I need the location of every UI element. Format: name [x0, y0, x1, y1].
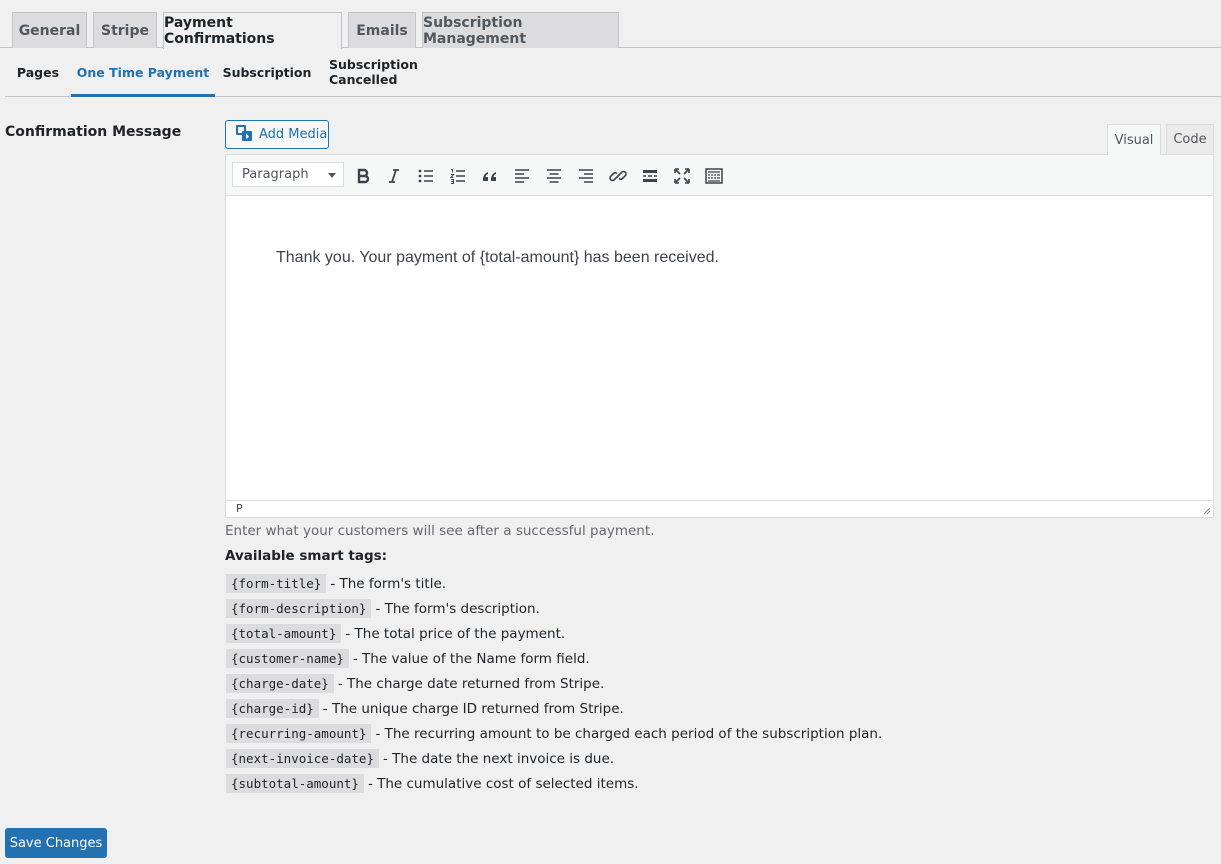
align-right-button[interactable] — [573, 163, 599, 188]
numbered-list-button[interactable] — [445, 163, 471, 188]
align-center-button[interactable] — [541, 163, 567, 188]
smart-tag-item: {form-title} - The form's title. — [226, 571, 882, 596]
nav-tab-stripe[interactable]: Stripe — [93, 12, 157, 48]
format-select[interactable]: Paragraph — [232, 162, 344, 187]
visual-mode-tab[interactable]: Visual — [1107, 124, 1161, 155]
add-media-button[interactable]: Add Media — [225, 120, 329, 149]
nav-tab-emails[interactable]: Emails — [348, 12, 416, 48]
smart-tag-code: {form-title} — [226, 574, 327, 593]
save-changes-button[interactable]: Save Changes — [5, 828, 107, 858]
smart-tag-description: - The form's description. — [375, 600, 540, 617]
editor-toolbar: Paragraph — [226, 155, 1213, 196]
smart-tag-description: - The charge date returned from Stripe. — [337, 675, 605, 692]
smart-tags-heading: Available smart tags: — [225, 548, 388, 564]
subsection-tabs: Pages One Time Payment Subscription Subs… — [5, 48, 1221, 97]
smart-tag-description: - The form's title. — [330, 575, 447, 592]
format-select-value: Paragraph — [242, 167, 309, 182]
smart-tag-description: - The cumulative cost of selected items. — [367, 775, 639, 792]
smart-tag-description: - The total price of the payment. — [345, 625, 566, 642]
smart-tag-code: {customer-name} — [226, 649, 349, 668]
toolbar-toggle-icon — [705, 167, 723, 184]
chevron-down-icon — [328, 173, 336, 178]
align-right-icon — [579, 168, 593, 183]
fullscreen-button[interactable] — [669, 163, 695, 188]
smart-tag-item: {next-invoice-date} - The date the next i… — [226, 746, 882, 771]
smart-tag-code: {form-description} — [226, 599, 372, 618]
add-media-label: Add Media — [259, 127, 328, 142]
smart-tag-description: - The value of the Name form field. — [352, 650, 590, 667]
resize-handle-icon[interactable] — [1201, 505, 1211, 515]
read-more-icon — [643, 169, 657, 182]
bullet-list-icon — [418, 169, 433, 182]
smart-tag-code: {total-amount} — [226, 624, 342, 643]
italic-icon — [389, 168, 399, 183]
smart-tag-description: - The unique charge ID returned from Str… — [322, 700, 624, 717]
confirmation-message-editor: Paragraph Thank you. Your payment of {to… — [225, 154, 1214, 518]
bold-icon — [357, 168, 370, 183]
smart-tag-code: {charge-date} — [226, 674, 334, 693]
link-icon — [609, 170, 627, 181]
smart-tag-code: {charge-id} — [226, 699, 319, 718]
align-left-button[interactable] — [509, 163, 535, 188]
smart-tag-item: {total-amount} - The total price of the p… — [226, 621, 882, 646]
add-media-icon — [235, 124, 253, 146]
italic-button[interactable] — [381, 163, 407, 188]
nav-tab-subscription-management[interactable]: Subscription Management — [422, 12, 619, 48]
smart-tag-description: - The recurring amount to be charged eac… — [375, 725, 883, 742]
bold-button[interactable] — [350, 163, 376, 188]
blockquote-button[interactable] — [477, 163, 503, 188]
nav-tab-general[interactable]: General — [12, 12, 87, 48]
subtab-pages[interactable]: Pages — [11, 48, 65, 96]
settings-nav-tabs: General Stripe Payment Confirmations Ema… — [0, 0, 1221, 49]
toolbar-toggle-button[interactable] — [701, 163, 727, 188]
fullscreen-icon — [674, 167, 690, 184]
confirmation-message-label: Confirmation Message — [5, 124, 182, 140]
blockquote-icon — [483, 171, 496, 181]
subtab-subscription[interactable]: Subscription — [223, 48, 312, 96]
editor-statusbar: P — [226, 500, 1213, 517]
align-left-icon — [515, 168, 529, 183]
smart-tag-code: {subtotal-amount} — [226, 774, 364, 793]
subtab-one-time-payment[interactable]: One Time Payment — [71, 48, 215, 97]
smart-tag-description: - The date the next invoice is due. — [383, 750, 615, 767]
code-mode-tab[interactable]: Code — [1166, 124, 1214, 154]
smart-tag-item: {subtotal-amount} - The cumulative cost o… — [226, 771, 882, 796]
smart-tag-item: {charge-id} - The unique charge ID return… — [226, 696, 882, 721]
smart-tag-item: {recurring-amount} - The recurring amount… — [226, 721, 882, 746]
smart-tag-code: {recurring-amount} — [226, 724, 372, 743]
read-more-button[interactable] — [637, 163, 663, 188]
editor-content-paragraph[interactable]: Thank you. Your payment of {total-amount… — [276, 249, 719, 267]
nav-tab-payment-confirmations[interactable]: Payment Confirmations — [163, 12, 342, 49]
smart-tag-code: {next-invoice-date} — [226, 749, 379, 768]
bullet-list-button[interactable] — [413, 163, 439, 188]
element-path[interactable]: P — [236, 502, 243, 515]
numbered-list-icon — [449, 168, 465, 184]
insert-link-button[interactable] — [605, 163, 631, 188]
editor-content-area[interactable]: Thank you. Your payment of {total-amount… — [226, 197, 1213, 500]
smart-tag-item: {customer-name} - The value of the Name f… — [226, 646, 882, 671]
align-center-icon — [547, 168, 561, 183]
subtab-subscription-cancelled[interactable]: Subscription Cancelled — [329, 48, 479, 96]
smart-tag-item: {form-description} - The form's descripti… — [226, 596, 882, 621]
smart-tags-list: {form-title} - The form's title. {form-de… — [226, 571, 882, 796]
field-description: Enter what your customers will see after… — [225, 523, 655, 539]
smart-tag-item: {charge-date} - The charge date returned … — [226, 671, 882, 696]
